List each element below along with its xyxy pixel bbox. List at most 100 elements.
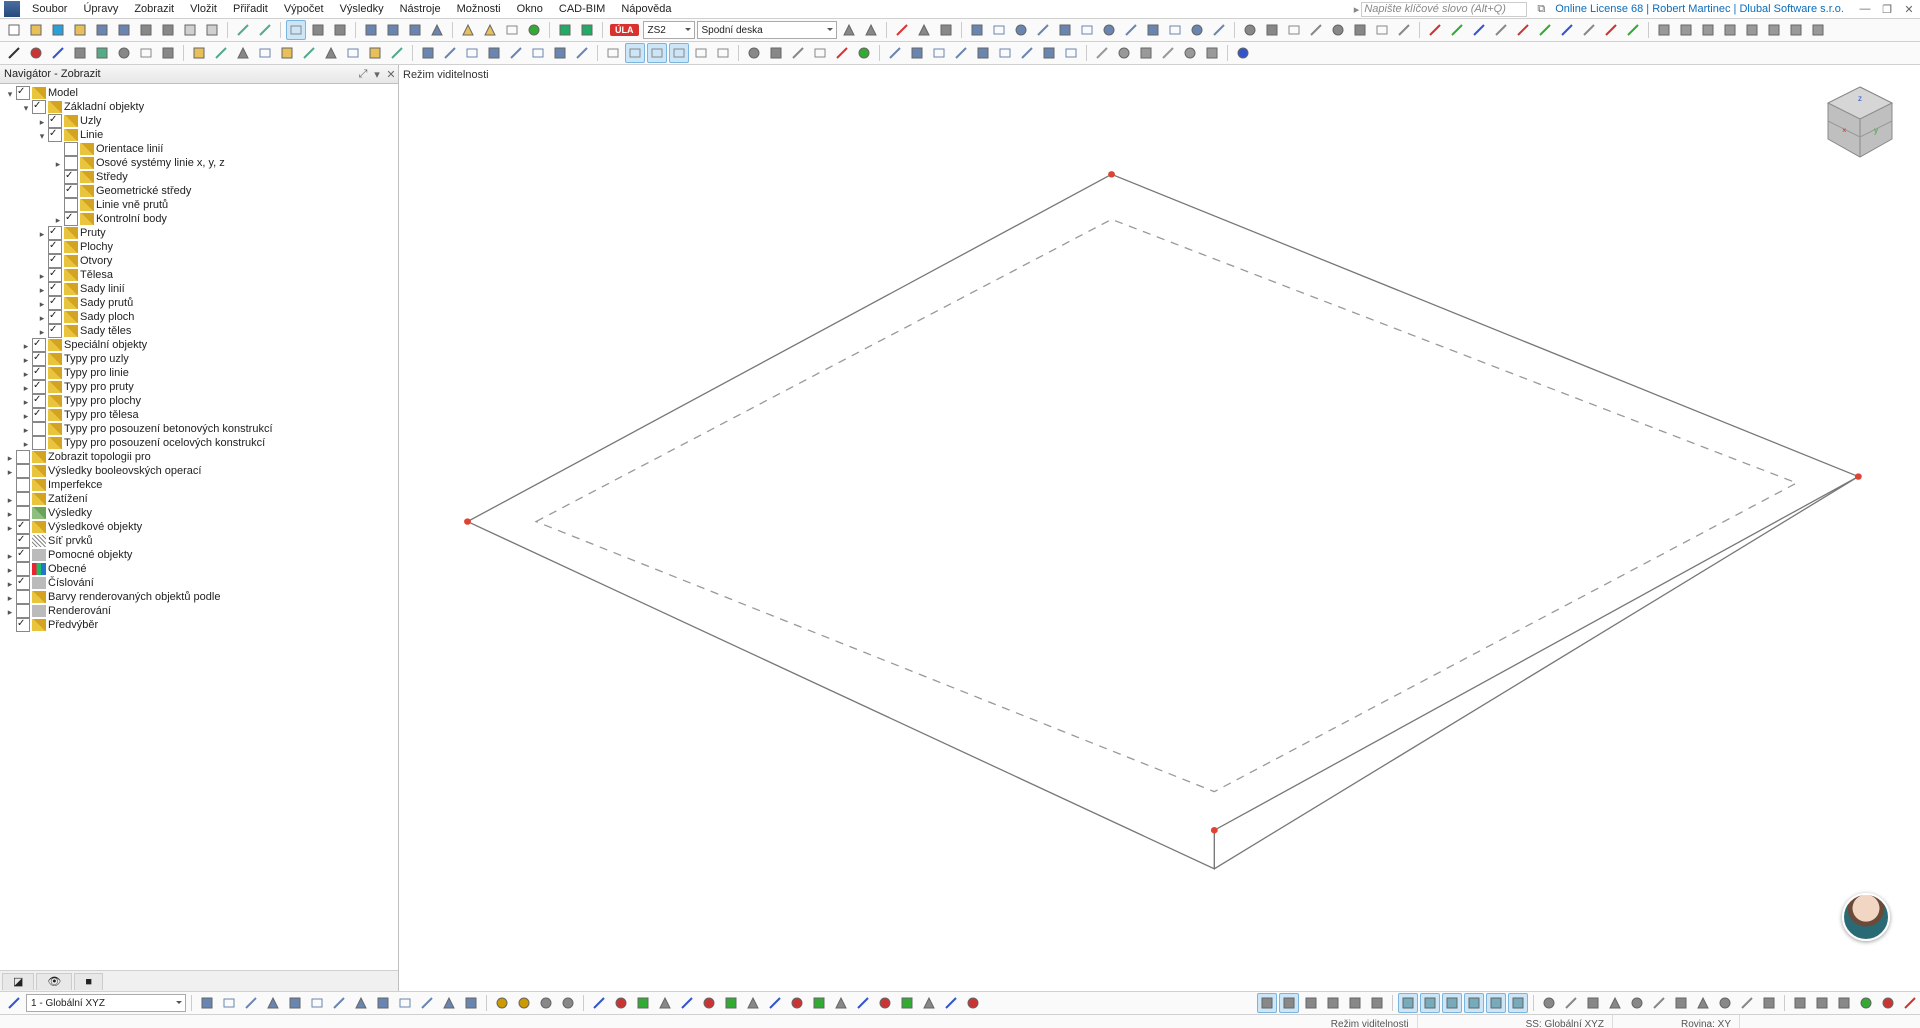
insert-tool-1[interactable]	[211, 43, 231, 63]
twisty-icon[interactable]	[20, 381, 32, 393]
draw-tool-9[interactable]	[787, 993, 807, 1013]
dim-tool-8[interactable]	[1061, 43, 1081, 63]
edit-tool-7[interactable]	[572, 43, 592, 63]
edit-tool-4[interactable]	[506, 43, 526, 63]
visibility-checkbox[interactable]	[48, 324, 62, 338]
render-tool-7[interactable]	[1808, 20, 1828, 40]
twisty-icon[interactable]	[52, 171, 64, 183]
visibility-checkbox[interactable]	[48, 114, 62, 128]
zoom-tool-6[interactable]	[1372, 20, 1392, 40]
tree-node-2[interactable]: Uzly	[0, 114, 398, 128]
mode-solid[interactable]	[308, 20, 328, 40]
coord-system-combo[interactable]: 1 - Globální XYZ	[26, 994, 186, 1012]
vis-group-b-1[interactable]	[1420, 993, 1440, 1013]
close-button[interactable]: ✕	[1898, 3, 1920, 16]
menu-přiřadit[interactable]: Přiřadit	[225, 1, 276, 17]
twisty-icon[interactable]	[36, 241, 48, 253]
view-tool-8[interactable]	[1143, 20, 1163, 40]
draw-tool-14[interactable]	[897, 993, 917, 1013]
surface[interactable]	[92, 43, 112, 63]
render-tool-0[interactable]	[1654, 20, 1674, 40]
edit-tool-5[interactable]	[528, 43, 548, 63]
tree-node-30[interactable]: Výsledky	[0, 506, 398, 520]
draw-tool-15[interactable]	[919, 993, 939, 1013]
visibility-checkbox[interactable]	[16, 506, 30, 520]
grid-tool-2[interactable]	[647, 43, 667, 63]
line[interactable]	[48, 43, 68, 63]
lc-prev[interactable]	[839, 20, 859, 40]
node[interactable]	[26, 43, 46, 63]
twisty-icon[interactable]	[20, 339, 32, 351]
menu-vložit[interactable]: Vložit	[182, 1, 225, 17]
vis-group-c-0[interactable]	[1790, 993, 1810, 1013]
print[interactable]	[136, 20, 156, 40]
osnap-6[interactable]	[1671, 993, 1691, 1013]
draw-tool-7[interactable]	[743, 993, 763, 1013]
twisty-icon[interactable]	[4, 521, 16, 533]
edit-tool-6[interactable]	[550, 43, 570, 63]
visibility-checkbox[interactable]	[32, 100, 46, 114]
tree-node-31[interactable]: Výsledkové objekty	[0, 520, 398, 534]
axis-tool-7[interactable]	[1579, 20, 1599, 40]
view-tool-6[interactable]	[1099, 20, 1119, 40]
visibility-checkbox[interactable]	[16, 478, 30, 492]
tree-node-22[interactable]: Typy pro plochy	[0, 394, 398, 408]
zoom-tool-1[interactable]	[1262, 20, 1282, 40]
insert-tool-5[interactable]	[299, 43, 319, 63]
visibility-checkbox[interactable]	[48, 128, 62, 142]
view-tool-4[interactable]	[1055, 20, 1075, 40]
anim[interactable]	[427, 20, 447, 40]
bool-tool-4[interactable]	[832, 43, 852, 63]
twisty-icon[interactable]	[52, 143, 64, 155]
view-tool-3[interactable]	[1033, 20, 1053, 40]
render-tool-5[interactable]	[1764, 20, 1784, 40]
tree-node-4[interactable]: Orientace linií	[0, 142, 398, 156]
lc-next[interactable]	[861, 20, 881, 40]
snap-tool-3[interactable]	[1158, 43, 1178, 63]
twisty-icon[interactable]	[36, 129, 48, 141]
open-recent[interactable]	[48, 20, 68, 40]
tree-node-37[interactable]: Renderování	[0, 604, 398, 618]
tree-node-11[interactable]: Plochy	[0, 240, 398, 254]
report[interactable]	[180, 20, 200, 40]
visibility-checkbox[interactable]	[16, 534, 30, 548]
tab-data[interactable]: ◪	[2, 973, 34, 990]
workplane-tool-12[interactable]	[461, 993, 481, 1013]
tree-node-27[interactable]: Výsledky booleovských operací	[0, 464, 398, 478]
view-tool-11[interactable]	[1209, 20, 1229, 40]
zoom-tool-4[interactable]	[1328, 20, 1348, 40]
tree-node-38[interactable]: Předvýběr	[0, 618, 398, 632]
tree-node-26[interactable]: Zobrazit topologii pro	[0, 450, 398, 464]
workplane-tool-11[interactable]	[439, 993, 459, 1013]
twisty-icon[interactable]	[36, 325, 48, 337]
tree-node-17[interactable]: Sady těles	[0, 324, 398, 338]
workplane-tool-7[interactable]	[351, 993, 371, 1013]
visibility-checkbox[interactable]	[16, 576, 30, 590]
visibility-checkbox[interactable]	[16, 450, 30, 464]
grid-tool-0[interactable]	[603, 43, 623, 63]
visibility-checkbox[interactable]	[64, 142, 78, 156]
grid-tool-5[interactable]	[713, 43, 733, 63]
zoom-tool-7[interactable]	[1394, 20, 1414, 40]
save[interactable]	[92, 20, 112, 40]
tree-node-35[interactable]: Číslování	[0, 576, 398, 590]
twisty-icon[interactable]	[36, 269, 48, 281]
tree-node-32[interactable]: Síť prvků	[0, 534, 398, 548]
workplane-tool-10[interactable]	[417, 993, 437, 1013]
visibility-checkbox[interactable]	[32, 408, 46, 422]
vis-group-c-3[interactable]	[1856, 993, 1876, 1013]
visibility-checkbox[interactable]	[64, 212, 78, 226]
check[interactable]	[524, 20, 544, 40]
vis-group-a-3[interactable]	[1323, 993, 1343, 1013]
tree-node-16[interactable]: Sady ploch	[0, 310, 398, 324]
dim-tool-4[interactable]	[973, 43, 993, 63]
draw-tool-3[interactable]	[655, 993, 675, 1013]
view-tool-10[interactable]	[1187, 20, 1207, 40]
bool-tool-2[interactable]	[788, 43, 808, 63]
dim-tool-0[interactable]	[885, 43, 905, 63]
visibility-checkbox[interactable]	[64, 198, 78, 212]
menu-výpočet[interactable]: Výpočet	[276, 1, 332, 17]
view-tool-0[interactable]	[967, 20, 987, 40]
visibility-checkbox[interactable]	[64, 170, 78, 184]
tree-node-14[interactable]: Sady linií	[0, 282, 398, 296]
